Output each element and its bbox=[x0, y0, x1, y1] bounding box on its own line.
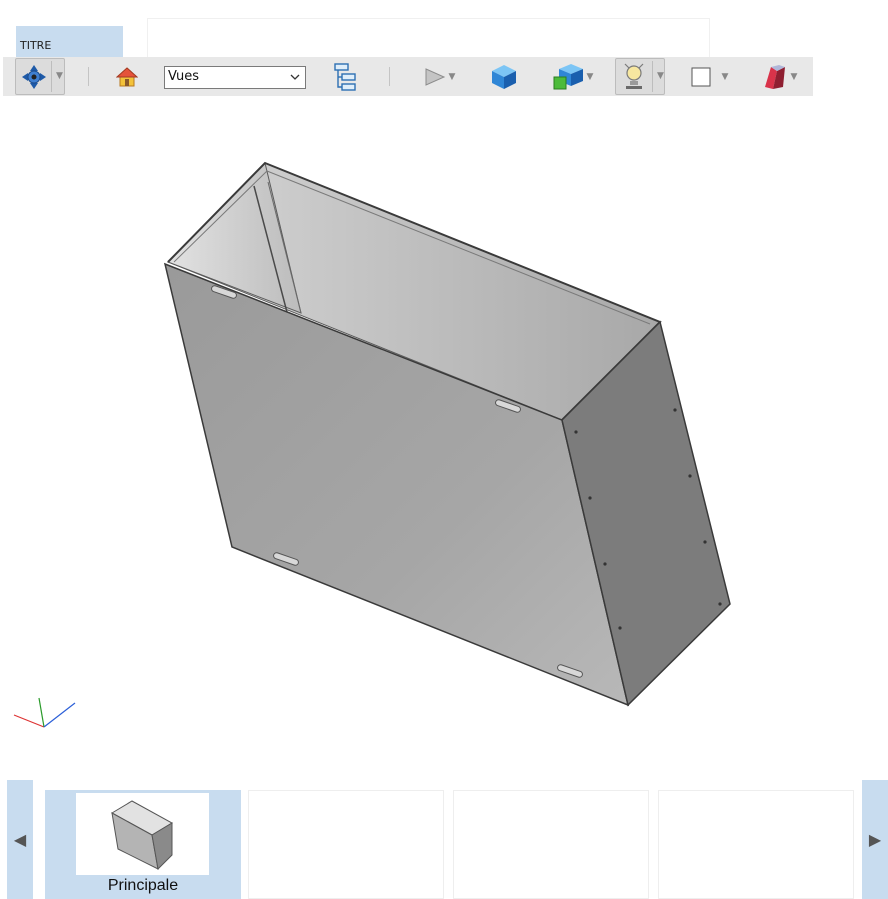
lighting-button[interactable]: ▼ bbox=[615, 58, 665, 95]
chevron-down-icon[interactable]: ▼ bbox=[56, 71, 63, 81]
toolbar-separator bbox=[389, 67, 390, 86]
lighting-icon bbox=[624, 63, 644, 89]
chevron-down-icon: ▼ bbox=[790, 71, 798, 82]
chevron-left-icon: ◀ bbox=[13, 830, 27, 849]
views-dropdown-value: Vues bbox=[168, 69, 200, 84]
viewer-toolbar: ▼ Vues ▼ ▼ ▼ ▼ ▼ bbox=[3, 57, 813, 96]
chevron-right-icon: ▶ bbox=[868, 830, 882, 849]
title-tab[interactable]: TITRE bbox=[16, 26, 123, 57]
navigate-icon bbox=[22, 65, 46, 89]
3d-viewport[interactable] bbox=[0, 100, 888, 760]
previous-view-button[interactable]: ◀ bbox=[7, 780, 33, 899]
views-strip: ◀ Principale ▶ bbox=[0, 778, 888, 899]
display-style-button[interactable] bbox=[487, 57, 521, 96]
view-thumbnail[interactable] bbox=[658, 790, 854, 899]
section-icon bbox=[764, 64, 785, 89]
views-dropdown[interactable]: Vues bbox=[164, 66, 306, 89]
axis-triad-icon bbox=[13, 697, 76, 728]
view-thumbnail[interactable] bbox=[248, 790, 444, 899]
navigate-button[interactable]: ▼ bbox=[15, 58, 65, 95]
chevron-down-icon: ▼ bbox=[448, 71, 456, 82]
title-tab-label: TITRE bbox=[20, 39, 52, 52]
display-style-icon bbox=[492, 64, 516, 89]
sheet-metal-box-model[interactable] bbox=[0, 100, 888, 760]
background-color-icon bbox=[691, 67, 711, 86]
chevron-down-icon: ▼ bbox=[721, 71, 729, 82]
chevron-down-icon[interactable]: ▼ bbox=[657, 71, 664, 81]
home-button[interactable] bbox=[113, 57, 141, 96]
explode-button[interactable]: ▼ bbox=[546, 57, 598, 96]
model-tree-icon bbox=[334, 62, 356, 91]
play-animation-button[interactable]: ▼ bbox=[415, 57, 463, 96]
view-thumbnail-image bbox=[76, 793, 209, 875]
next-view-button[interactable]: ▶ bbox=[862, 780, 888, 899]
home-icon bbox=[116, 66, 138, 86]
chevron-down-icon bbox=[290, 74, 300, 80]
title-field[interactable] bbox=[147, 18, 710, 57]
view-thumbnail-label: Principale bbox=[107, 877, 179, 894]
toolbar-separator bbox=[88, 67, 89, 86]
model-tree-button[interactable] bbox=[330, 57, 362, 96]
explode-icon bbox=[553, 63, 583, 89]
chevron-down-icon: ▼ bbox=[586, 71, 594, 82]
background-color-button[interactable]: ▼ bbox=[685, 57, 733, 96]
play-animation-icon bbox=[425, 67, 445, 86]
view-thumbnail[interactable] bbox=[453, 790, 649, 899]
section-button[interactable]: ▼ bbox=[755, 57, 803, 96]
view-thumbnail[interactable]: Principale bbox=[45, 790, 241, 899]
